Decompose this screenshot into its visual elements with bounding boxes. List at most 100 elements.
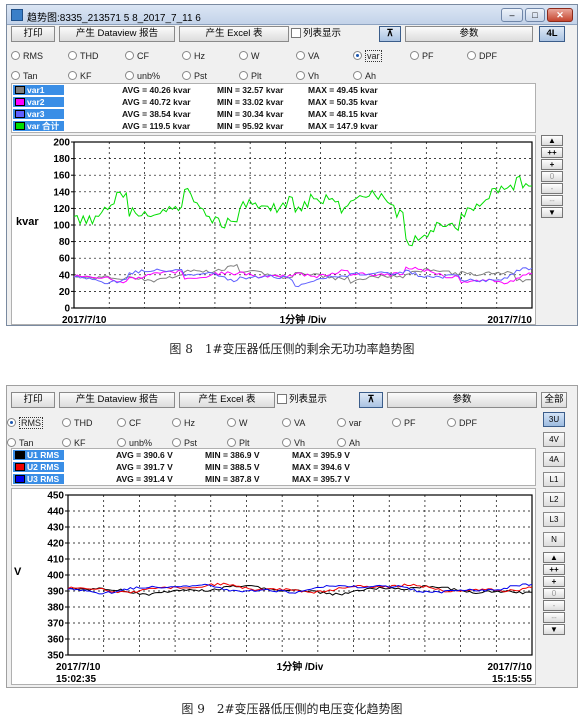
radio-vh[interactable]: Vh [296,70,319,82]
scroll-down-icon[interactable]: ▼ [543,624,565,635]
radio-plt[interactable]: Plt [239,70,262,82]
radio-dot[interactable] [68,71,77,81]
zoom-step-button[interactable]: -- [543,612,565,623]
radio-var[interactable]: var [353,50,382,62]
radio-dot[interactable] [239,51,248,61]
radio-unb-[interactable]: unb% [125,70,160,82]
checkbox-box[interactable] [277,394,287,405]
radio-dot[interactable] [337,418,346,428]
radio-dot[interactable] [353,71,362,81]
radio-dot[interactable] [117,418,126,428]
zoom-step-button[interactable]: ++ [543,564,565,575]
legend-series-name[interactable]: U3 RMS [13,474,64,484]
radio-dpf[interactable]: DPF [467,50,497,62]
excel-table-button[interactable]: 产生 Excel 表 [179,392,275,408]
radio-hz[interactable]: Hz [172,417,195,429]
legend-series-name[interactable]: U1 RMS [13,450,64,460]
scroll-up-icon[interactable]: ▲ [543,552,565,563]
radio-cf[interactable]: CF [117,417,141,429]
all-button[interactable]: 全部 [541,392,567,408]
radio-dot[interactable] [447,418,456,428]
radio-dot[interactable] [62,438,71,448]
list-display-checkbox[interactable]: 列表显示 [291,26,341,42]
radio-dot[interactable] [11,51,20,61]
radio-dpf[interactable]: DPF [447,417,477,429]
legend-series-name[interactable]: var 合计 [13,121,64,131]
legend-series-name[interactable]: U2 RMS [13,462,64,472]
scroll-down-icon[interactable]: ▼ [541,207,563,218]
radio-dot[interactable] [11,71,20,81]
radio-dot[interactable] [282,438,291,448]
radio-var[interactable]: var [337,417,362,429]
radio-dot[interactable] [125,51,134,61]
print-button[interactable]: 打印 [11,26,55,42]
legend-series-name[interactable]: var3 [13,109,64,119]
phase-button-4v[interactable]: 4V [543,432,565,447]
param-button[interactable]: 参数 [405,26,533,42]
legend-series-name[interactable]: var1 [13,85,64,95]
radio-tan[interactable]: Tan [11,70,38,82]
radio-dot[interactable] [282,418,291,428]
dataview-report-button[interactable]: 产生 Dataview 报告 [59,392,175,408]
zoom-step-button[interactable]: 0 [541,171,563,182]
radio-ah[interactable]: Ah [353,70,376,82]
radio-dot[interactable] [239,71,248,81]
zoom-step-button[interactable]: -- [541,195,563,206]
radio-dot[interactable] [392,418,401,428]
radio-pst[interactable]: Pst [182,70,207,82]
radio-dot[interactable] [337,438,346,448]
list-display-checkbox[interactable]: 列表显示 [277,392,327,408]
radio-cf[interactable]: CF [125,50,149,62]
radio-dot[interactable] [410,51,419,61]
radio-dot[interactable] [467,51,476,61]
phase-button-l2[interactable]: L2 [543,492,565,507]
radio-dot[interactable] [125,71,134,81]
zoom-step-button[interactable]: 0 [543,588,565,599]
maximize-button[interactable]: □ [525,8,545,22]
radio-pf[interactable]: PF [410,50,434,62]
radio-dot[interactable] [117,438,126,448]
radio-hz[interactable]: Hz [182,50,205,62]
pin-icon[interactable]: ⊼ [359,392,383,408]
radio-w[interactable]: W [227,417,248,429]
radio-thd[interactable]: THD [68,50,99,62]
phase-button-4a[interactable]: 4A [543,452,565,467]
zoom-step-button[interactable]: - [543,600,565,611]
radio-dot[interactable] [7,438,16,448]
radio-va[interactable]: VA [296,50,319,62]
phase-button-3u[interactable]: 3U [543,412,565,427]
print-button[interactable]: 打印 [11,392,55,408]
radio-dot[interactable] [62,418,71,428]
radio-rms[interactable]: RMS [7,417,43,429]
radio-dot[interactable] [227,438,236,448]
param-button[interactable]: 参数 [387,392,537,408]
close-button[interactable]: ✕ [547,8,573,22]
zoom-step-button[interactable]: - [541,183,563,194]
radio-dot[interactable] [172,438,181,448]
legend-series-name[interactable]: var2 [13,97,64,107]
phase-button-l1[interactable]: L1 [543,472,565,487]
radio-dot[interactable] [353,51,362,61]
radio-va[interactable]: VA [282,417,305,429]
radio-w[interactable]: W [239,50,260,62]
radio-dot[interactable] [227,418,236,428]
side-top-button[interactable]: 4L [539,26,565,42]
radio-dot[interactable] [172,418,181,428]
excel-table-button[interactable]: 产生 Excel 表 [179,26,289,42]
phase-button-l3[interactable]: L3 [543,512,565,527]
radio-dot[interactable] [182,71,191,81]
checkbox-box[interactable] [291,28,301,39]
zoom-step-button[interactable]: + [541,159,563,170]
zoom-step-button[interactable]: + [543,576,565,587]
radio-dot[interactable] [7,418,16,428]
radio-pf[interactable]: PF [392,417,416,429]
zoom-step-button[interactable]: ++ [541,147,563,158]
radio-thd[interactable]: THD [62,417,93,429]
minimize-button[interactable]: – [501,8,523,22]
dataview-report-button[interactable]: 产生 Dataview 报告 [59,26,175,42]
pin-icon[interactable]: ⊼ [379,26,401,42]
phase-button-n[interactable]: N [543,532,565,547]
radio-dot[interactable] [296,51,305,61]
radio-dot[interactable] [68,51,77,61]
radio-rms[interactable]: RMS [11,50,43,62]
